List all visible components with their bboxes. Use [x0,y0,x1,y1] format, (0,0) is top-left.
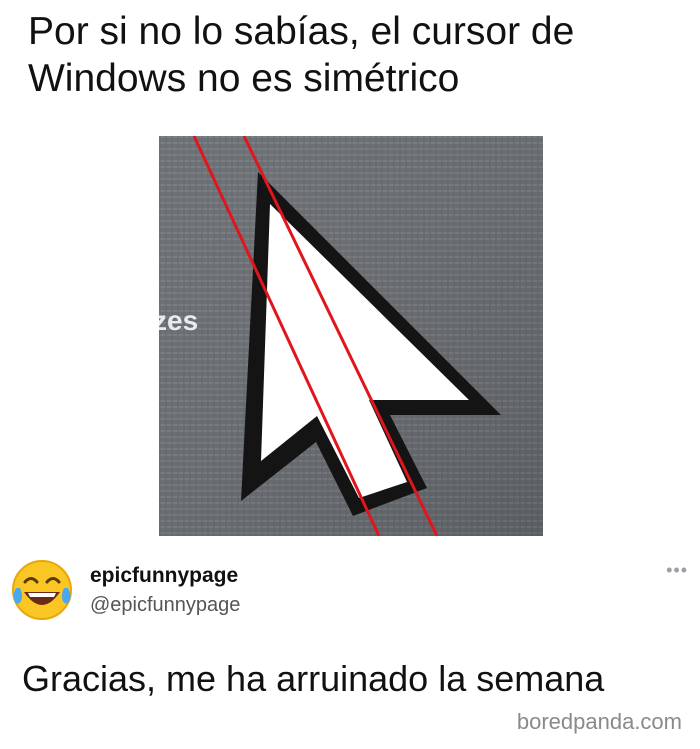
screen-text: zes [159,305,198,336]
more-options-icon[interactable]: ••• [666,560,688,581]
face-with-tears-of-joy-icon[interactable] [10,558,74,622]
author-username[interactable]: epicfunnypage [90,564,238,588]
author-handle[interactable]: @epicfunnypage [90,594,240,617]
cursor-photo-svg: zes [159,136,543,536]
post-caption: Por si no lo sabías, el cursor de Window… [28,10,575,100]
tweet-text: Gracias, me ha arruinado la semana [22,658,605,699]
tweet-header: epicfunnypage @epicfunnypage ••• [10,554,690,634]
watermark: boredpanda.com [516,709,682,734]
cursor-photo: zes [159,136,543,536]
